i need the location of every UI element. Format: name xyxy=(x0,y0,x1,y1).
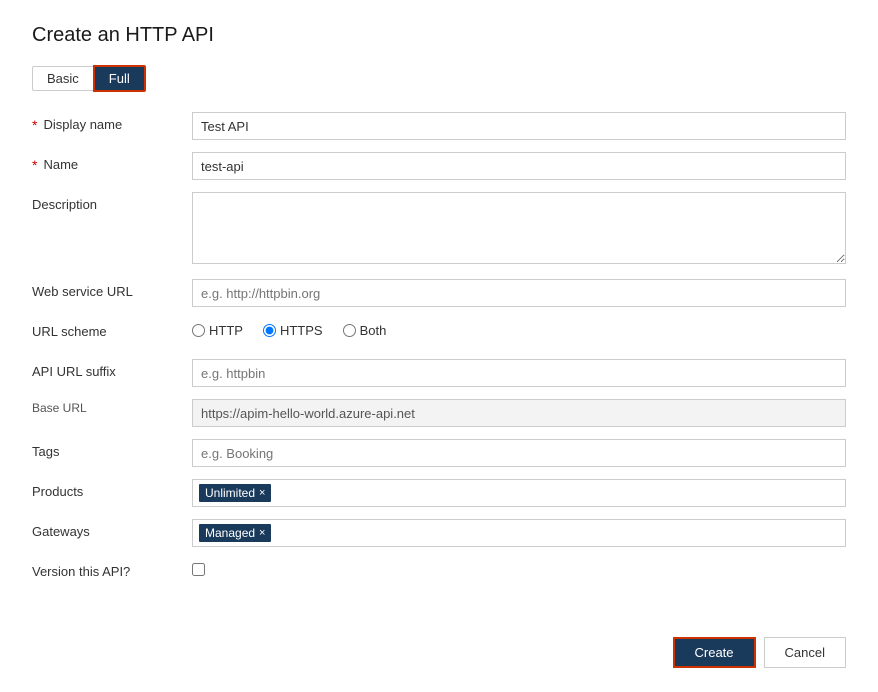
display-name-input[interactable] xyxy=(192,112,846,140)
products-tag-unlimited-label: Unlimited xyxy=(205,486,255,500)
description-row: Description xyxy=(32,192,846,267)
name-label: * Name xyxy=(32,152,192,173)
tab-basic[interactable]: Basic xyxy=(32,66,93,91)
version-checkbox[interactable] xyxy=(192,563,205,576)
products-tag-unlimited: Unlimited × xyxy=(199,484,271,502)
gateways-field: Managed × xyxy=(192,519,846,547)
url-scheme-label: URL scheme xyxy=(32,319,192,339)
description-field xyxy=(192,192,846,267)
web-service-url-field xyxy=(192,279,846,307)
required-star-display-name: * xyxy=(32,117,37,133)
products-field: Unlimited × xyxy=(192,479,846,507)
url-scheme-field: HTTP HTTPS Both xyxy=(192,319,846,338)
api-url-suffix-label: API URL suffix xyxy=(32,359,192,379)
name-input[interactable] xyxy=(192,152,846,180)
page-title: Create an HTTP API xyxy=(32,24,846,47)
tags-input[interactable] xyxy=(192,439,846,467)
form: * Display name * Name Description Web se… xyxy=(32,112,846,599)
gateways-tag-managed-close[interactable]: × xyxy=(259,528,265,539)
display-name-row: * Display name xyxy=(32,112,846,140)
description-label: Description xyxy=(32,192,192,212)
tabs-container: Basic Full xyxy=(32,65,846,92)
display-name-field xyxy=(192,112,846,140)
web-service-url-row: Web service URL xyxy=(32,279,846,307)
tab-full[interactable]: Full xyxy=(93,65,146,92)
radio-both-input[interactable] xyxy=(343,324,356,337)
tags-row: Tags xyxy=(32,439,846,467)
tags-field xyxy=(192,439,846,467)
products-tag-unlimited-close[interactable]: × xyxy=(259,488,265,499)
api-url-suffix-row: API URL suffix xyxy=(32,359,846,387)
radio-https-input[interactable] xyxy=(263,324,276,337)
api-url-suffix-input[interactable] xyxy=(192,359,846,387)
cancel-button[interactable]: Cancel xyxy=(764,637,846,668)
gateways-row: Gateways Managed × xyxy=(32,519,846,547)
base-url-field xyxy=(192,399,846,427)
base-url-row: Base URL xyxy=(32,399,846,427)
base-url-label: Base URL xyxy=(32,399,192,415)
radio-https[interactable]: HTTPS xyxy=(263,323,323,338)
products-row: Products Unlimited × xyxy=(32,479,846,507)
radio-http[interactable]: HTTP xyxy=(192,323,243,338)
gateways-tag-managed-label: Managed xyxy=(205,526,255,540)
url-scheme-row: URL scheme HTTP HTTPS Both xyxy=(32,319,846,347)
create-button[interactable]: Create xyxy=(673,637,756,668)
web-service-url-input[interactable] xyxy=(192,279,846,307)
version-field xyxy=(192,559,846,576)
version-label: Version this API? xyxy=(32,559,192,579)
products-tag-container[interactable]: Unlimited × xyxy=(192,479,846,507)
tags-label: Tags xyxy=(32,439,192,459)
base-url-input xyxy=(192,399,846,427)
description-textarea[interactable] xyxy=(192,192,846,264)
radio-both-label: Both xyxy=(360,323,387,338)
base-url-spacer: Base URL xyxy=(32,399,192,415)
products-label: Products xyxy=(32,479,192,499)
web-service-url-label: Web service URL xyxy=(32,279,192,299)
api-url-suffix-field xyxy=(192,359,846,387)
name-field xyxy=(192,152,846,180)
gateways-tag-managed: Managed × xyxy=(199,524,271,542)
radio-http-label: HTTP xyxy=(209,323,243,338)
gateways-label: Gateways xyxy=(32,519,192,539)
radio-http-input[interactable] xyxy=(192,324,205,337)
version-row: Version this API? xyxy=(32,559,846,587)
required-star-name: * xyxy=(32,157,37,173)
gateways-tag-container[interactable]: Managed × xyxy=(192,519,846,547)
radio-both[interactable]: Both xyxy=(343,323,387,338)
radio-https-label: HTTPS xyxy=(280,323,323,338)
display-name-label: * Display name xyxy=(32,112,192,133)
name-row: * Name xyxy=(32,152,846,180)
